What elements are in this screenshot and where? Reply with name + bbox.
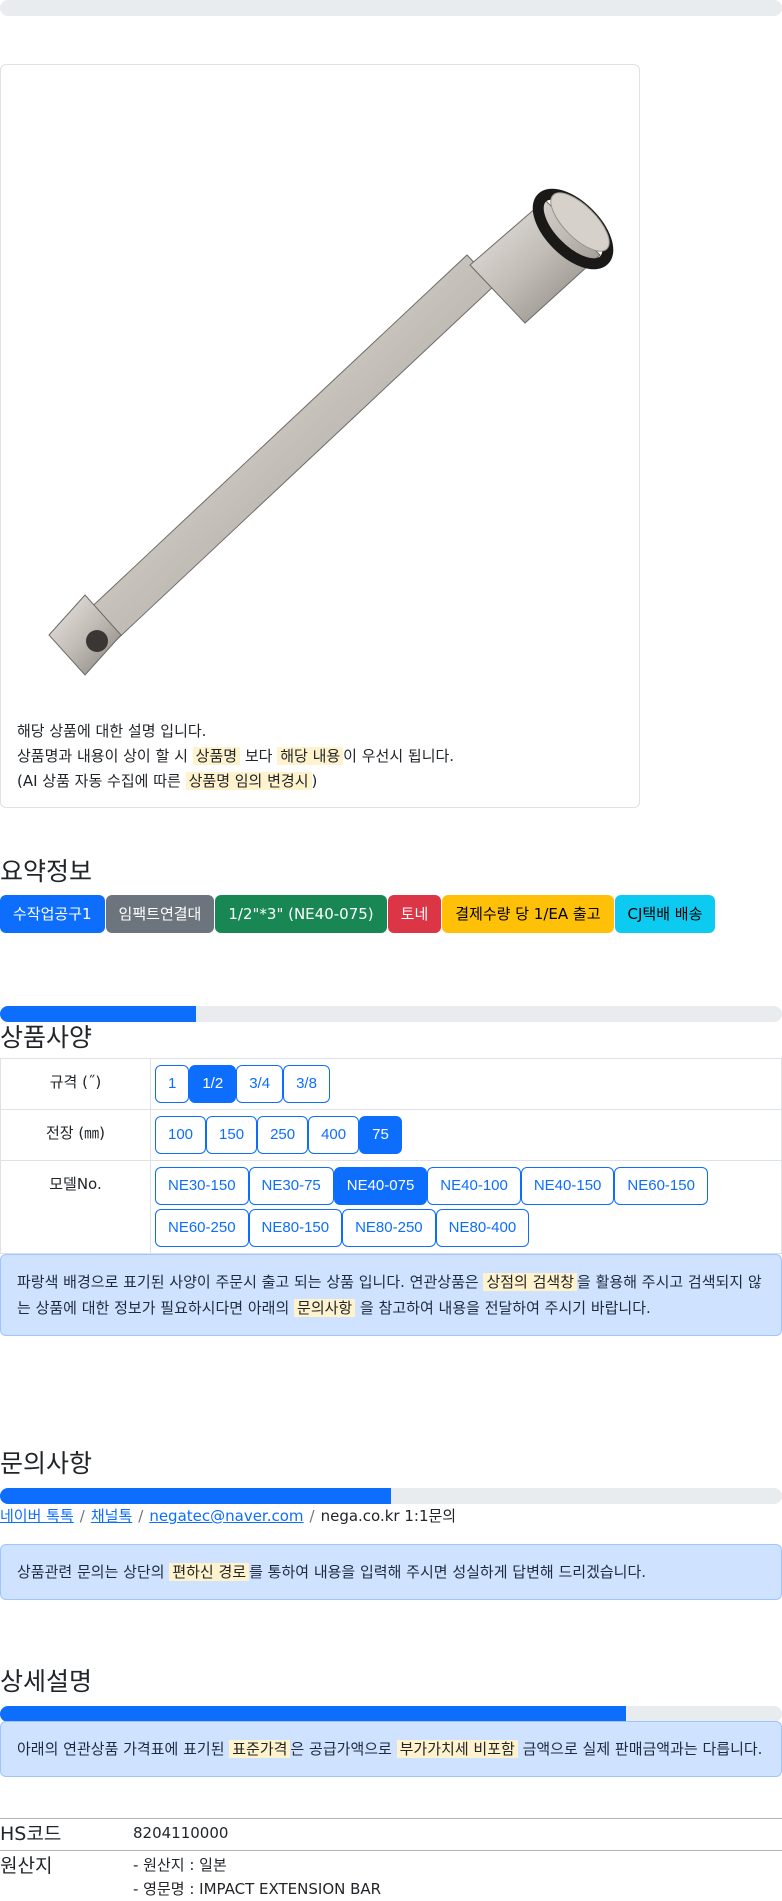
spec-row-length: 전장 (㎜) 100 150 250 400 75: [0, 1109, 782, 1161]
spec-label-model: 모델No.: [0, 1160, 151, 1254]
detail-progress-bar: [0, 1706, 782, 1722]
detail-title: 상세설명: [0, 1667, 93, 1696]
spec-option-button[interactable]: NE80-150: [248, 1209, 343, 1247]
spec-option-button[interactable]: 250: [257, 1116, 309, 1154]
inquiry-alert: 상품관련 문의는 상단의 편하신 경로 를 통하여 내용을 입력해 주시면 성실하…: [0, 1544, 782, 1600]
note-text: 상품명과 내용이 상이 할 시: [17, 747, 193, 765]
spec-table: 규격 (˝) 1 1/2 3/4 3/8 전장 (㎜) 100 150 250 400 75 …: [0, 1058, 782, 1254]
highlight-route: 편하신 경로: [169, 1563, 250, 1581]
spec-option-button[interactable]: 150: [206, 1116, 258, 1154]
alert-text: 은 공급가액으로: [290, 1740, 397, 1758]
alert-text: 를 통하여 내용을 입력해 주시면 성실하게 답변해 드리겠습니다.: [249, 1563, 647, 1581]
origin-value: - 원산지 : 일본 - 영문명 : IMPACT EXTENSION BAR: [133, 1853, 381, 1901]
product-image: [25, 145, 615, 705]
site-inquiry-text: nega.co.kr 1:1문의: [320, 1507, 457, 1525]
note-text: (AI 상품 자동 수집에 따른: [17, 772, 186, 790]
top-progress-bar: [0, 0, 782, 16]
note-text: 이 우선시 됩니다.: [343, 747, 455, 765]
inquiry-title: 문의사항: [0, 1449, 93, 1478]
summary-title: 요약정보: [0, 857, 93, 886]
inquiry-progress-fill: [0, 1488, 391, 1504]
alert-text: 파랑색 배경으로 표기된 사양이 주문시 출고 되는 상품 입니다. 연관상품은: [17, 1273, 484, 1291]
spec-option-button[interactable]: NE40-075: [333, 1167, 428, 1205]
origin-row: 원산지 - 원산지 : 일본 - 영문명 : IMPACT EXTENSION …: [0, 1850, 782, 1901]
link-separator: /: [138, 1507, 144, 1525]
note-text: ): [311, 772, 318, 790]
spec-option-button[interactable]: 100: [155, 1116, 207, 1154]
highlight-name-change: 상품명 임의 변경시: [185, 772, 312, 790]
highlight-standard-price: 표준가격: [229, 1740, 291, 1758]
option-group: 100 150 250 400 75: [155, 1114, 777, 1156]
spec-options-length: 100 150 250 400 75: [150, 1109, 782, 1161]
product-note-line1: 해당 상품에 대한 설명 입니다.: [17, 722, 207, 740]
summary-badge: CJ택배 배송: [614, 895, 716, 933]
spec-option-button[interactable]: 1: [155, 1065, 190, 1103]
spec-option-button[interactable]: NE40-100: [427, 1167, 521, 1205]
spec-label-length: 전장 (㎜): [0, 1109, 151, 1161]
spec-title: 상품사양: [0, 1023, 93, 1052]
alert-text: 상품관련 문의는 상단의: [17, 1563, 170, 1581]
extension-bar-illustration: [48, 188, 614, 676]
spec-option-button[interactable]: NE80-400: [435, 1209, 530, 1247]
origin-label: 원산지: [0, 1855, 53, 1877]
alert-text: 을 참고하여 내용을 전달하여 주시기 바랍니다.: [355, 1299, 651, 1317]
summary-badge: 임팩트연결대: [105, 895, 215, 933]
hs-code-value: 8204110000: [133, 1824, 229, 1842]
spec-options-size: 1 1/2 3/4 3/8: [150, 1058, 782, 1110]
product-note: 해당 상품에 대한 설명 입니다. 상품명과 내용이 상이 할 시 상품명 보다…: [17, 719, 454, 794]
spec-alert: 파랑색 배경으로 표기된 사양이 주문시 출고 되는 상품 입니다. 연관상품은…: [0, 1254, 782, 1336]
email-link[interactable]: negatec@naver.com: [149, 1507, 303, 1525]
spec-options-model: NE30-150 NE30-75 NE40-075 NE40-100 NE40-150 N…: [150, 1160, 782, 1254]
spec-option-button[interactable]: 75: [359, 1116, 402, 1154]
product-image-card: 해당 상품에 대한 설명 입니다. 상품명과 내용이 상이 할 시 상품명 보다…: [0, 64, 640, 808]
spec-label-size: 규격 (˝): [0, 1058, 151, 1110]
summary-badge: 1/2"*3" (NE40-075): [215, 895, 387, 933]
spec-option-button[interactable]: 1/2: [189, 1065, 237, 1103]
spec-option-button[interactable]: NE40-150: [520, 1167, 615, 1205]
spec-option-button[interactable]: NE60-150: [614, 1167, 708, 1205]
channel-talk-link[interactable]: 채널톡: [91, 1507, 132, 1525]
highlight-search: 상점의 검색창: [483, 1273, 578, 1291]
hs-code-row: HS코드 8204110000: [0, 1818, 782, 1850]
inquiry-progress-bar: [0, 1488, 782, 1504]
alert-text: 금액으로 실제 판매금액과는 다릅니다.: [517, 1740, 763, 1758]
highlight-product-name: 상품명: [192, 747, 241, 765]
detail-alert: 아래의 연관상품 가격표에 표기된 표준가격 은 공급가액으로 부가가치세 비포함…: [0, 1721, 782, 1777]
option-group: NE30-150 NE30-75 NE40-075 NE40-100 NE40-150 N…: [155, 1165, 777, 1249]
spec-option-button[interactable]: NE30-75: [248, 1167, 334, 1205]
spec-row-model: 모델No. NE30-150 NE30-75 NE40-075 NE40-100 NE4…: [0, 1160, 782, 1254]
spec-progress-bar: [0, 1006, 782, 1022]
option-group: 1 1/2 3/4 3/8: [155, 1063, 777, 1105]
note-text: 보다: [240, 747, 278, 765]
spec-option-button[interactable]: 3/4: [236, 1065, 284, 1103]
hs-code-label: HS코드: [0, 1823, 62, 1845]
alert-text: 아래의 연관상품 가격표에 표기된: [17, 1740, 230, 1758]
highlight-vat-excluded: 부가가치세 비포함: [396, 1740, 518, 1758]
highlight-content: 해당 내용: [277, 747, 344, 765]
spec-option-button[interactable]: NE60-250: [155, 1209, 249, 1247]
summary-badge: 결제수량 당 1/EA 출고: [442, 895, 614, 933]
spec-option-button[interactable]: NE30-150: [155, 1167, 249, 1205]
highlight-inquiry: 문의사항: [294, 1299, 356, 1317]
spec-option-button[interactable]: NE80-250: [342, 1209, 436, 1247]
product-note-line2: 상품명과 내용이 상이 할 시 상품명 보다 해당 내용 이 우선시 됩니다.: [17, 744, 454, 769]
summary-badge: 수작업공구1: [0, 895, 105, 933]
product-note-line3: (AI 상품 자동 수집에 따른 상품명 임의 변경시): [17, 769, 454, 794]
summary-badges: 수작업공구1 임팩트연결대 1/2"*3" (NE40-075) 토네 결제수량 당 1…: [0, 895, 716, 933]
origin-country: - 원산지 : 일본: [133, 1856, 227, 1874]
summary-badge: 토네: [387, 895, 442, 933]
link-separator: /: [309, 1507, 315, 1525]
naver-talk-link[interactable]: 네이버 톡톡: [0, 1507, 74, 1525]
contact-links: 네이버 톡톡 / 채널톡 / negatec@naver.com / nega.co.kr …: [0, 1505, 456, 1526]
link-separator: /: [79, 1507, 85, 1525]
origin-english-name: - 영문명 : IMPACT EXTENSION BAR: [133, 1880, 382, 1898]
spec-option-button[interactable]: 3/8: [283, 1065, 330, 1103]
spec-row-size: 규격 (˝) 1 1/2 3/4 3/8: [0, 1058, 782, 1110]
spec-option-button[interactable]: 400: [308, 1116, 360, 1154]
detail-progress-fill: [0, 1706, 626, 1722]
